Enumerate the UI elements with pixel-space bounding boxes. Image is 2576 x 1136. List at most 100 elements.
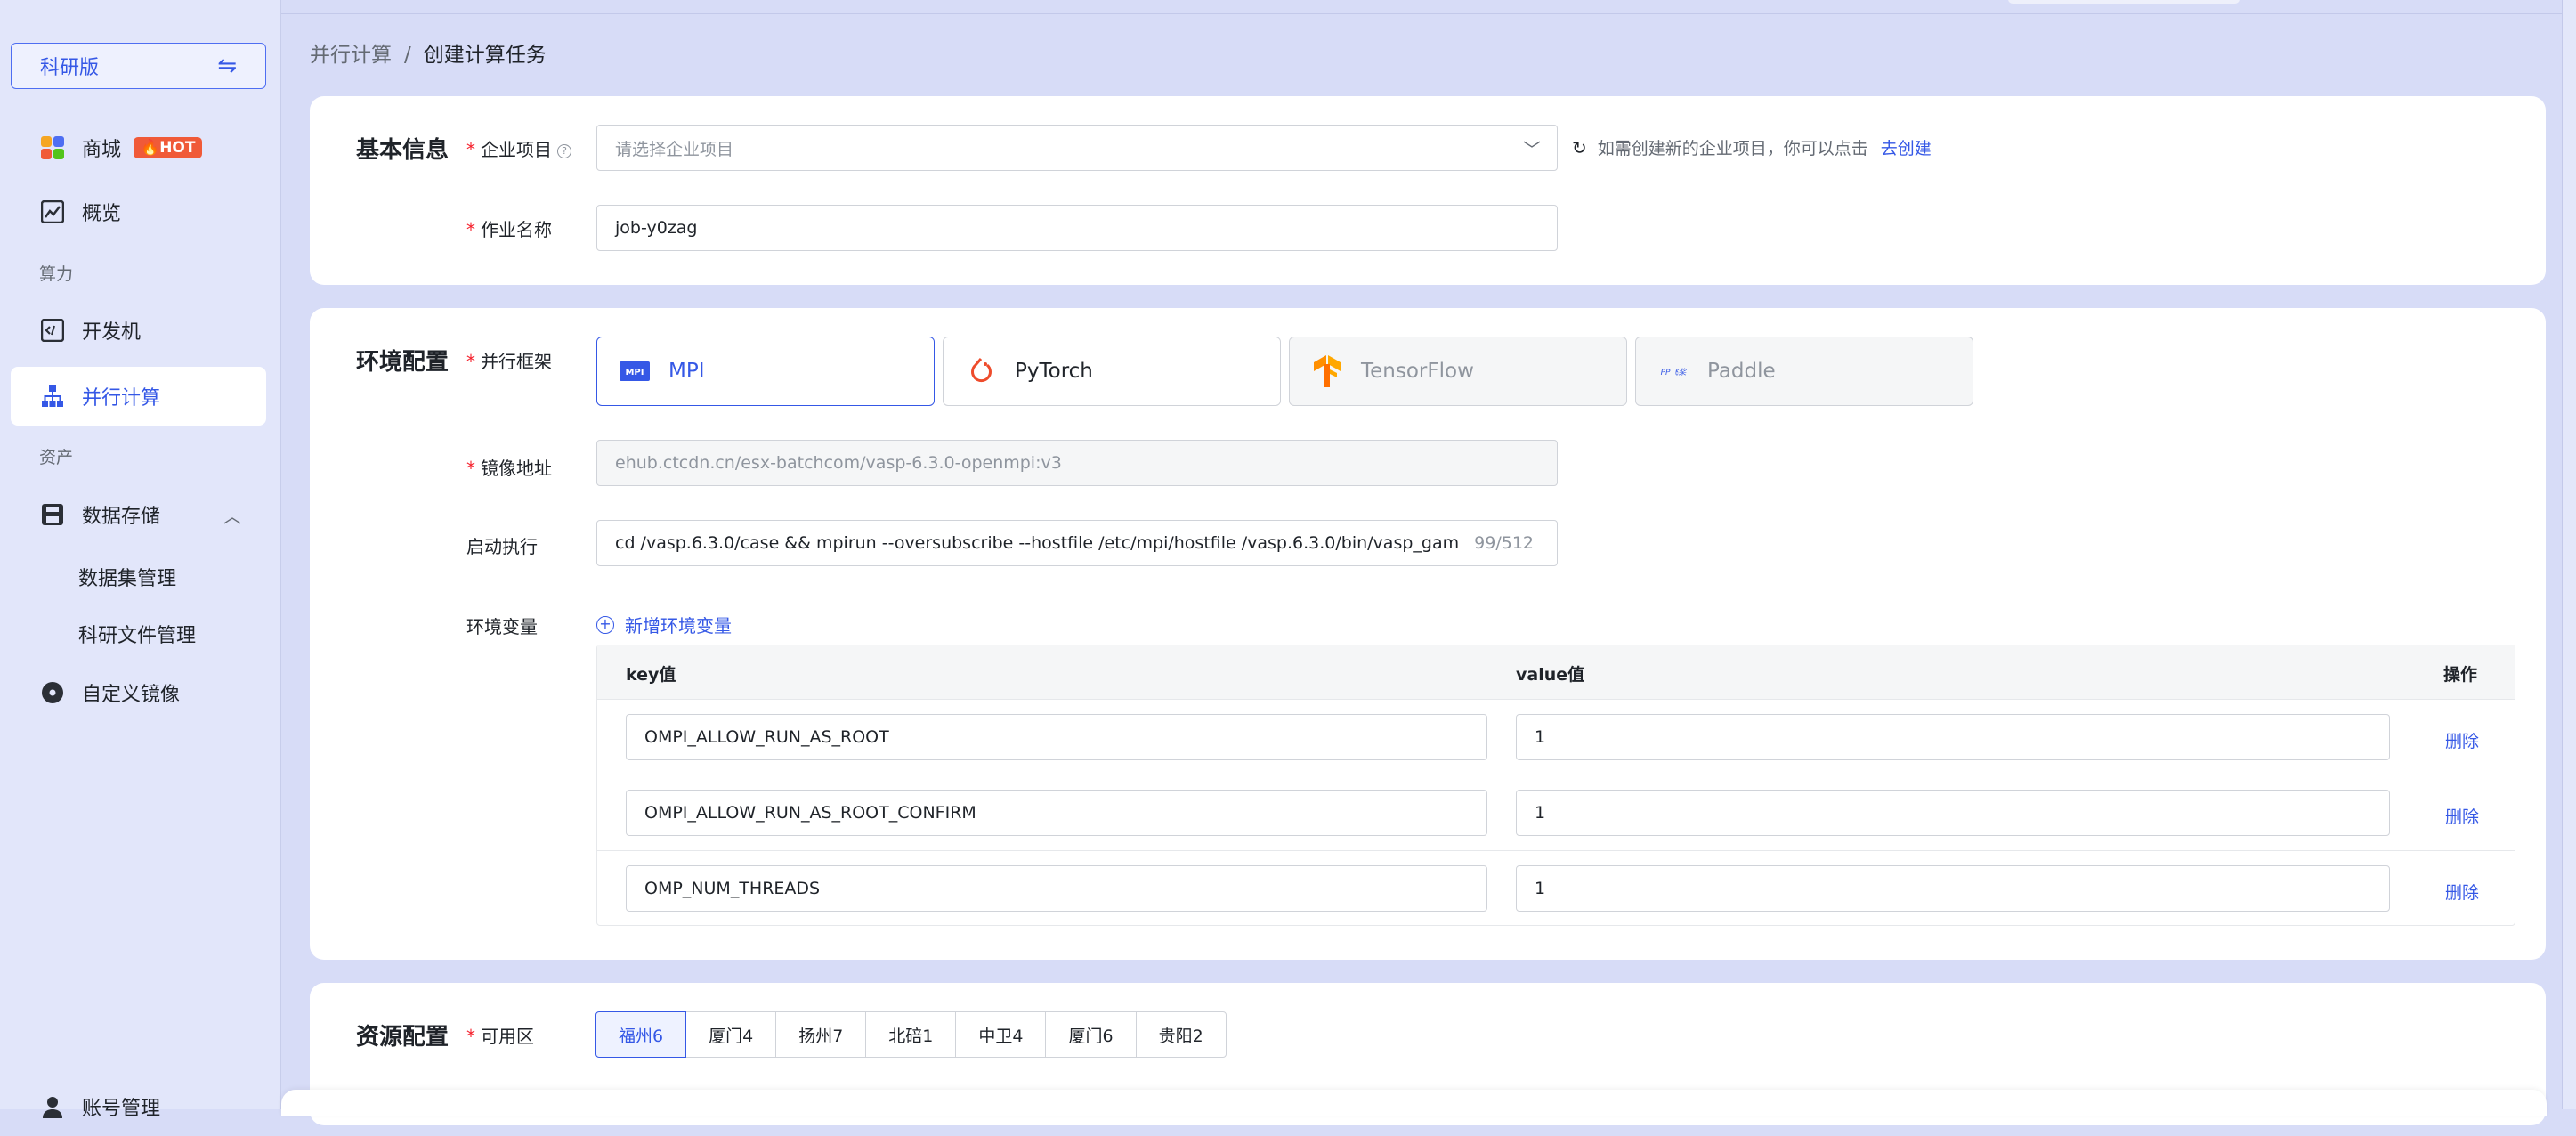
zone-label: * 可用区 [466,1026,534,1047]
value-input[interactable]: 1 [1516,790,2390,836]
sidebar-item-overview[interactable]: 概览 [11,183,266,241]
project-label: * 企业项目? [466,135,571,161]
create-project-link[interactable]: 去创建 [1881,135,1932,159]
sidebar-item-parallel[interactable]: 并行计算 [11,367,266,426]
sidebar-item-research-files[interactable]: 科研文件管理 [78,620,196,648]
char-counter: 99/512 [1474,533,1534,553]
svg-text:PP飞桨: PP飞桨 [1661,368,1689,377]
sidebar-item-custom-image[interactable]: 自定义镜像 [11,663,266,722]
col-key: key值 [626,665,676,685]
zone-option[interactable]: 北碚1 [865,1011,957,1058]
sidebar-item-label: 自定义镜像 [82,684,181,706]
sidebar-item-dataset[interactable]: 数据集管理 [78,563,176,591]
add-env-var-button[interactable]: + 新增环境变量 [596,612,732,637]
zone-option[interactable]: 扬州7 [775,1011,867,1058]
jobname-label: * 作业名称 [466,219,552,240]
breadcrumb-current: 创建计算任务 [423,44,547,67]
sidebar-item-label: 概览 [82,203,122,225]
breadcrumb: 并行计算 / 创建计算任务 [310,37,547,68]
image-input[interactable]: ehub.ctcdn.cn/esx-batchcom/vasp-6.3.0-op… [596,440,1558,486]
user-icon [39,1093,66,1120]
disk-icon [39,501,66,528]
plus-circle-icon: + [596,615,614,634]
section-title: 资源配置 [356,1024,450,1051]
framework-tensorflow[interactable]: TensorFlow [1289,337,1627,406]
breadcrumb-parent[interactable]: 并行计算 [310,44,392,67]
cmd-value: cd /vasp.6.3.0/case && mpirun --oversubs… [615,533,1460,553]
breadcrumb-separator: / [404,44,411,67]
table-row: OMP_NUM_THREADS 1 删除 [597,850,2515,926]
hierarchy-icon [39,383,66,410]
key-input[interactable]: OMPI_ALLOW_RUN_AS_ROOT_CONFIRM [626,790,1487,836]
col-op: 操作 [2443,665,2478,685]
sidebar-item-label: 数据存储 [82,506,161,528]
key-input[interactable]: OMP_NUM_THREADS [626,865,1487,912]
cmd-input[interactable]: cd /vasp.6.3.0/case && mpirun --oversubs… [596,520,1558,566]
cmd-label: 启动执行 [466,536,538,557]
sidebar-item-devmachine[interactable]: 开发机 [11,301,266,360]
code-icon [39,317,66,344]
delete-link[interactable]: 删除 [2445,728,2479,752]
hot-badge: 🔥HOT [134,137,203,158]
value-input[interactable]: 1 [1516,865,2390,912]
paddle-logo-icon: PP飞桨 [1656,353,1691,389]
group-label-assets: 资产 [39,448,74,467]
table-row: OMPI_ALLOW_RUN_AS_ROOT_CONFIRM 1 删除 [597,775,2515,850]
vars-label: 环境变量 [466,616,538,637]
sidebar-item-account[interactable]: 账号管理 [11,1077,266,1136]
mpi-logo-icon: MPI [617,353,652,389]
project-hint: ↻ 如需创建新的企业项目，你可以点击 去创建 [1572,135,1932,159]
basic-info-card: 基本信息 * 企业项目? 请选择企业项目 ﹀ ↻ 如需创建新的企业项目，你可以点击… [310,96,2546,285]
value-input[interactable]: 1 [1516,714,2390,760]
jobname-input[interactable]: job-y0zag [596,205,1558,251]
bottom-panel [281,1090,2547,1116]
delete-link[interactable]: 删除 [2445,804,2479,828]
disc-icon [39,679,66,706]
zone-option[interactable]: 贵阳2 [1135,1011,1227,1058]
refresh-icon[interactable]: ↻ [1572,137,1587,158]
chart-icon [39,199,66,225]
section-title: 环境配置 [356,349,450,376]
top-search-pill[interactable] [2008,0,2240,4]
zone-option[interactable]: 厦门6 [1045,1011,1137,1058]
question-icon[interactable]: ? [557,143,571,158]
image-label: * 镜像地址 [466,458,552,479]
table-row: OMPI_ALLOW_RUN_AS_ROOT 1 删除 [597,699,2515,775]
tensorflow-logo-icon [1309,353,1345,389]
sidebar-item-label: 商城 [82,139,122,161]
zone-option[interactable]: 福州6 [595,1011,687,1058]
zone-option[interactable]: 中卫4 [955,1011,1047,1058]
hint-text: 如需创建新的企业项目，你可以点击 [1597,139,1868,158]
sidebar: 科研版 ⇋ 商城 🔥HOT 概览 算力 开发机 并行计算 资产 数据存储 ︿ 数… [0,0,281,1120]
section-title: 基本信息 [356,137,450,164]
svg-text:MPI: MPI [625,368,644,377]
sidebar-item-label: 账号管理 [82,1098,161,1120]
sidebar-item-label: 开发机 [82,321,142,344]
framework-paddle[interactable]: PP飞桨 Paddle [1635,337,1973,406]
col-value: value值 [1516,665,1585,685]
delete-link[interactable]: 删除 [2445,880,2479,904]
top-bar [281,0,2576,14]
right-scrollbar[interactable] [2562,0,2576,1109]
zone-option[interactable]: 厦门4 [685,1011,777,1058]
chevron-down-icon: ﹀ [1523,138,1541,160]
swap-icon: ⇋ [217,53,237,79]
framework-label: * 并行框架 [466,351,552,372]
table-header: key值 value值 操作 [597,645,2515,699]
project-select[interactable]: 请选择企业项目 ﹀ [596,125,1558,171]
edition-label: 科研版 [40,57,100,79]
framework-name: TensorFlow [1361,360,1474,383]
sidebar-item-storage[interactable]: 数据存储 ︿ [11,485,266,544]
framework-pytorch[interactable]: PyTorch [943,337,1281,406]
env-config-card: 环境配置 * 并行框架 MPI MPI PyTorch TensorFlow PP… [310,308,2546,960]
env-var-table: key值 value值 操作 OMPI_ALLOW_RUN_AS_ROOT 1 … [596,645,2515,926]
group-label-compute: 算力 [39,264,74,284]
framework-name: MPI [668,360,705,383]
sidebar-item-mall[interactable]: 商城 🔥HOT [11,118,266,177]
framework-mpi[interactable]: MPI MPI [596,337,935,406]
framework-name: PyTorch [1015,360,1093,383]
image-value: ehub.ctcdn.cn/esx-batchcom/vasp-6.3.0-op… [615,453,1062,473]
chevron-up-icon: ︿ [223,505,241,527]
key-input[interactable]: OMPI_ALLOW_RUN_AS_ROOT [626,714,1487,760]
edition-switcher[interactable]: 科研版 ⇋ [11,43,266,89]
